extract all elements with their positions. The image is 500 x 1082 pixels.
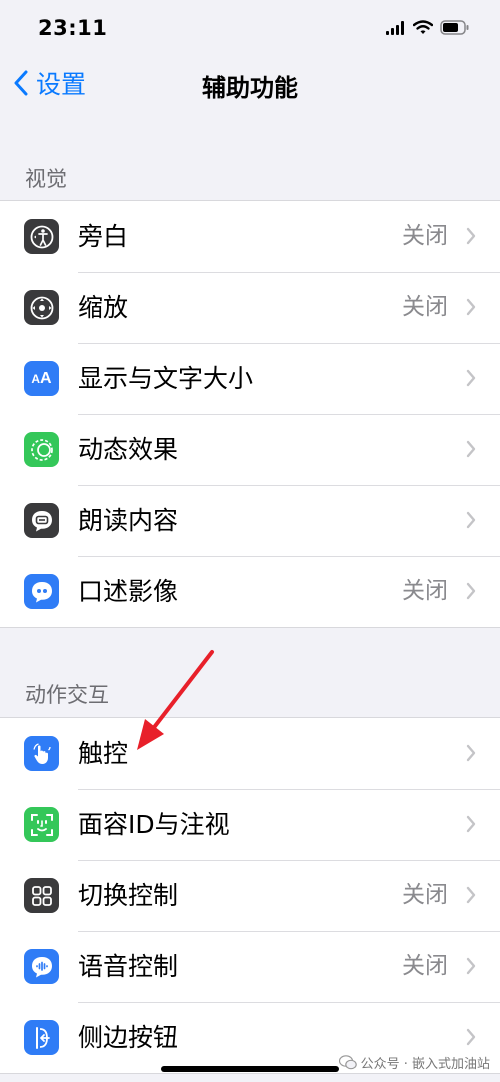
section-header-vision: 视觉 <box>25 167 67 191</box>
settings-row-face-id-attention[interactable]: 面容ID与注视 <box>0 789 500 860</box>
settings-row-display-text-size[interactable]: AA 显示与文字大小 <box>0 343 500 414</box>
chevron-right-icon <box>466 511 476 529</box>
row-value: 关闭 <box>402 294 448 320</box>
row-label: 侧边按钮 <box>78 1023 179 1052</box>
voiceover-icon <box>24 219 59 254</box>
chevron-right-icon <box>466 369 476 387</box>
settings-row-voiceover[interactable]: 旁白 关闭 <box>0 201 500 272</box>
settings-row-switch-control[interactable]: 切换控制 关闭 <box>0 860 500 931</box>
row-label: 切换控制 <box>78 881 179 910</box>
touch-icon <box>24 736 59 771</box>
settings-group-vision: 旁白 关闭 缩放 关闭 AA 显示与文字大小 动态效果 朗读内容 口述影像 关闭 <box>0 200 500 628</box>
settings-row-spoken-content[interactable]: 朗读内容 <box>0 485 500 556</box>
switch-control-icon <box>24 878 59 913</box>
chevron-right-icon <box>466 1028 476 1046</box>
settings-row-motion[interactable]: 动态效果 <box>0 414 500 485</box>
cellular-signal-icon <box>386 20 404 35</box>
row-label: 朗读内容 <box>78 506 179 535</box>
row-label: 旁白 <box>78 222 129 251</box>
chevron-right-icon <box>466 815 476 833</box>
navigation-bar: 设置 辅助功能 <box>0 60 500 106</box>
status-bar: 23:11 <box>0 0 500 60</box>
page-title: 辅助功能 <box>202 74 298 102</box>
row-label: 触控 <box>78 739 129 768</box>
row-label: 面容ID与注视 <box>78 810 230 839</box>
settings-row-voice-control[interactable]: 语音控制 关闭 <box>0 931 500 1002</box>
battery-icon <box>440 20 469 35</box>
watermark: 公众号 · 嵌入式加油站 <box>338 1053 490 1072</box>
audio-description-icon <box>24 574 59 609</box>
status-time: 23:11 <box>38 16 108 40</box>
row-value: 关闭 <box>402 953 448 979</box>
motion-icon <box>24 432 59 467</box>
chevron-right-icon <box>466 744 476 762</box>
face-id-icon <box>24 807 59 842</box>
settings-row-audio-descriptions[interactable]: 口述影像 关闭 <box>0 556 500 627</box>
chevron-right-icon <box>466 886 476 904</box>
chevron-right-icon <box>466 582 476 600</box>
settings-row-touch[interactable]: 触控 <box>0 718 500 789</box>
side-button-icon <box>24 1020 59 1055</box>
row-value: 关闭 <box>402 882 448 908</box>
chevron-right-icon <box>466 227 476 245</box>
home-indicator <box>161 1066 339 1072</box>
chevron-right-icon <box>466 957 476 975</box>
settings-row-zoom[interactable]: 缩放 关闭 <box>0 272 500 343</box>
row-label: 动态效果 <box>78 435 179 464</box>
row-label: 显示与文字大小 <box>78 364 254 393</box>
wechat-icon <box>338 1055 357 1070</box>
settings-group-physical-motor: 触控 面容ID与注视 切换控制 关闭 语音控制 关闭 侧边按钮 <box>0 717 500 1074</box>
text-size-icon: AA <box>24 361 59 396</box>
status-icons <box>386 20 470 35</box>
row-label: 语音控制 <box>78 952 179 981</box>
spoken-content-icon <box>24 503 59 538</box>
wifi-icon <box>413 20 433 34</box>
row-label: 口述影像 <box>78 577 179 606</box>
row-value: 关闭 <box>402 223 448 249</box>
zoom-icon <box>24 290 59 325</box>
watermark-text: 公众号 · 嵌入式加油站 <box>360 1057 490 1072</box>
section-header-physical-motor: 动作交互 <box>25 683 109 707</box>
chevron-right-icon <box>466 440 476 458</box>
chevron-right-icon <box>466 298 476 316</box>
row-label: 缩放 <box>78 293 129 322</box>
row-value: 关闭 <box>402 578 448 604</box>
voice-control-icon <box>24 949 59 984</box>
